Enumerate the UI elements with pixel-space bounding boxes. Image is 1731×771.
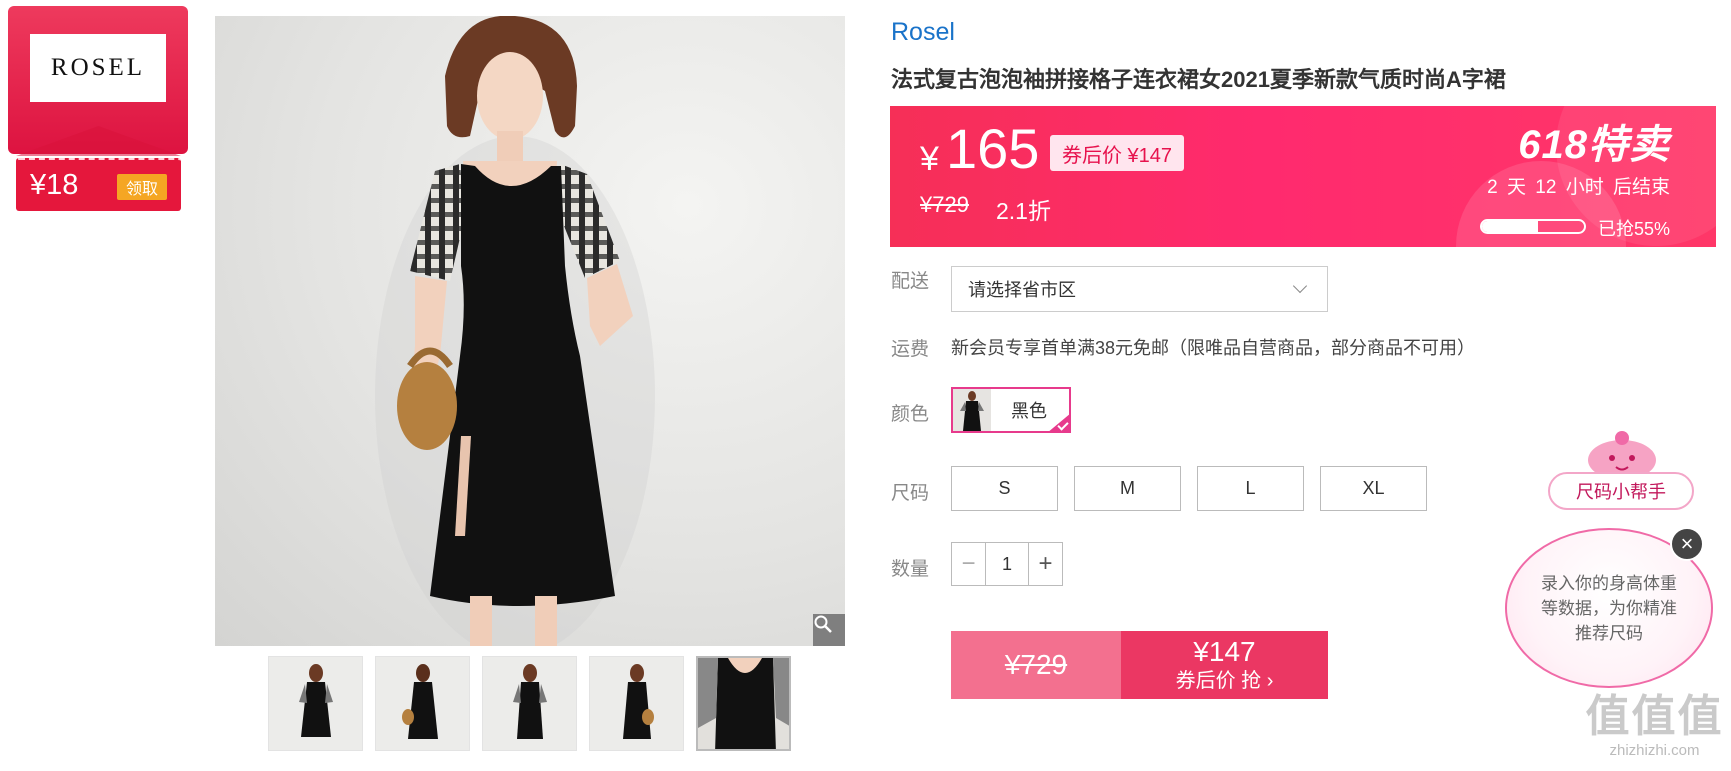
thumbnail[interactable] — [375, 656, 470, 751]
size-label: 尺码 — [891, 483, 930, 504]
size-helper-button[interactable]: 尺码小帮手 — [1548, 472, 1694, 510]
size-option-m[interactable]: M — [1074, 466, 1181, 511]
coupon-amount: ¥18 — [30, 169, 79, 201]
countdown-timer: 2 天 12 小时 后结束 — [1487, 177, 1670, 198]
sold-progress-bar — [1480, 219, 1586, 234]
size-option-l[interactable]: L — [1197, 466, 1304, 511]
quantity-stepper: − 1 + — [951, 542, 1063, 586]
color-thumbnail — [953, 389, 991, 431]
buy-coupon-price: ¥147 — [1193, 636, 1256, 667]
claim-coupon-button[interactable]: 领取 — [117, 174, 167, 200]
color-name: 黑色 — [1011, 401, 1047, 421]
product-title: 法式复古泡泡袖拼接格子连衣裙女2021夏季新款气质时尚A字裙 — [891, 67, 1506, 92]
store-coupon[interactable]: ¥18 领取 — [16, 158, 181, 211]
quantity-label: 数量 — [891, 559, 930, 580]
watermark-logo: 值值值 — [1585, 692, 1724, 741]
mascot-icon — [1588, 431, 1656, 478]
color-option-black[interactable]: 黑色 — [951, 387, 1071, 433]
main-product-image[interactable] — [215, 16, 845, 646]
region-select[interactable]: 请选择省市区 — [951, 266, 1328, 312]
watermark: 值值值 zhizhizhi.com — [1582, 692, 1727, 759]
decrement-button[interactable]: − — [952, 543, 985, 585]
currency-symbol: ¥ — [920, 140, 939, 178]
size-option-xl[interactable]: XL — [1320, 466, 1427, 511]
brand-link[interactable]: Rosel — [891, 18, 955, 47]
thumbnail[interactable] — [589, 656, 684, 751]
brand-logo: ROSEL — [30, 34, 166, 102]
thumbnail[interactable] — [482, 656, 577, 751]
close-icon[interactable]: × — [1670, 527, 1704, 561]
buy-bar: ¥729 ¥147 券后价 抢 › — [951, 631, 1328, 699]
buy-original-price: ¥729 — [951, 631, 1121, 699]
chevron-down-icon — [1292, 278, 1308, 294]
coupon-price-badge: 券后价 ¥147 — [1050, 135, 1185, 171]
check-icon — [1047, 413, 1071, 433]
shipping-label: 运费 — [891, 339, 930, 360]
magnifier-icon[interactable] — [813, 614, 845, 646]
watermark-domain: zhizhizhi.com — [1609, 742, 1700, 759]
buy-action-label: 券后价 抢 › — [1175, 670, 1274, 692]
thumbnail-strip — [268, 656, 791, 751]
thumbnail[interactable] — [268, 656, 363, 751]
increment-button[interactable]: + — [1029, 543, 1062, 585]
original-price: ¥729 — [920, 192, 969, 217]
color-label: 颜色 — [891, 404, 930, 425]
sold-progress-fill — [1482, 221, 1539, 232]
buy-now-button[interactable]: ¥147 券后价 抢 › — [1121, 631, 1328, 699]
sale-price: 165 — [946, 117, 1040, 180]
price-banner: ¥ 165 券后价 ¥147 ¥729 2.1折 618特卖 2 天 12 小时… — [890, 106, 1716, 247]
promo-title: 618特卖 — [1518, 123, 1670, 167]
region-select-placeholder: 请选择省市区 — [968, 280, 1076, 300]
quantity-input[interactable]: 1 — [985, 543, 1029, 585]
size-helper-message: 录入你的身高体重等数据，为你精准推荐尺码 — [1541, 573, 1677, 643]
size-option-s[interactable]: S — [951, 466, 1058, 511]
thumbnail-selected[interactable] — [696, 656, 791, 751]
discount-rate: 2.1折 — [996, 198, 1051, 224]
shipping-info: 新会员专享首单满38元免邮（限唯品自营商品，部分商品不可用） — [951, 338, 1476, 358]
product-photo-illustration — [375, 16, 655, 646]
delivery-label: 配送 — [891, 271, 930, 292]
sold-percent-label: 已抢55% — [1597, 219, 1670, 239]
